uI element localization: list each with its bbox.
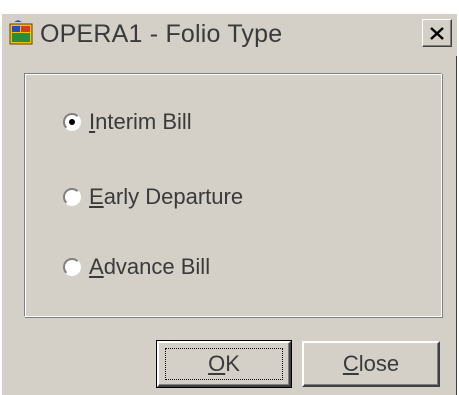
close-window-button[interactable] (422, 19, 452, 47)
radio-label-advance-bill: Advance Bill (89, 254, 211, 279)
close-x-icon (430, 26, 444, 40)
focus-rectangle (165, 348, 283, 380)
close-button-label: Close (342, 351, 400, 376)
ok-button[interactable]: OK (156, 340, 292, 388)
radio-label-interim-bill: Interim Bill (89, 109, 192, 134)
folio-type-dialog: OPERA1 - Folio Type Interim Bill Early D… (0, 14, 457, 395)
close-button[interactable]: Close (302, 341, 440, 387)
radio-button[interactable] (63, 113, 81, 131)
window-title: OPERA1 - Folio Type (40, 20, 283, 48)
opera-app-icon (8, 20, 36, 48)
folio-type-group: Interim Bill Early Departure Advance Bil… (24, 73, 442, 317)
radio-button[interactable] (63, 188, 81, 206)
radio-early-departure[interactable]: Early Departure (63, 182, 243, 212)
radio-interim-bill[interactable]: Interim Bill (63, 107, 192, 137)
title-bar[interactable]: OPERA1 - Folio Type (2, 14, 457, 56)
top-strip (0, 0, 459, 14)
radio-button[interactable] (63, 258, 81, 276)
radio-label-early-departure: Early Departure (89, 184, 244, 209)
radio-selected-dot (69, 119, 75, 125)
radio-advance-bill[interactable]: Advance Bill (63, 252, 210, 282)
